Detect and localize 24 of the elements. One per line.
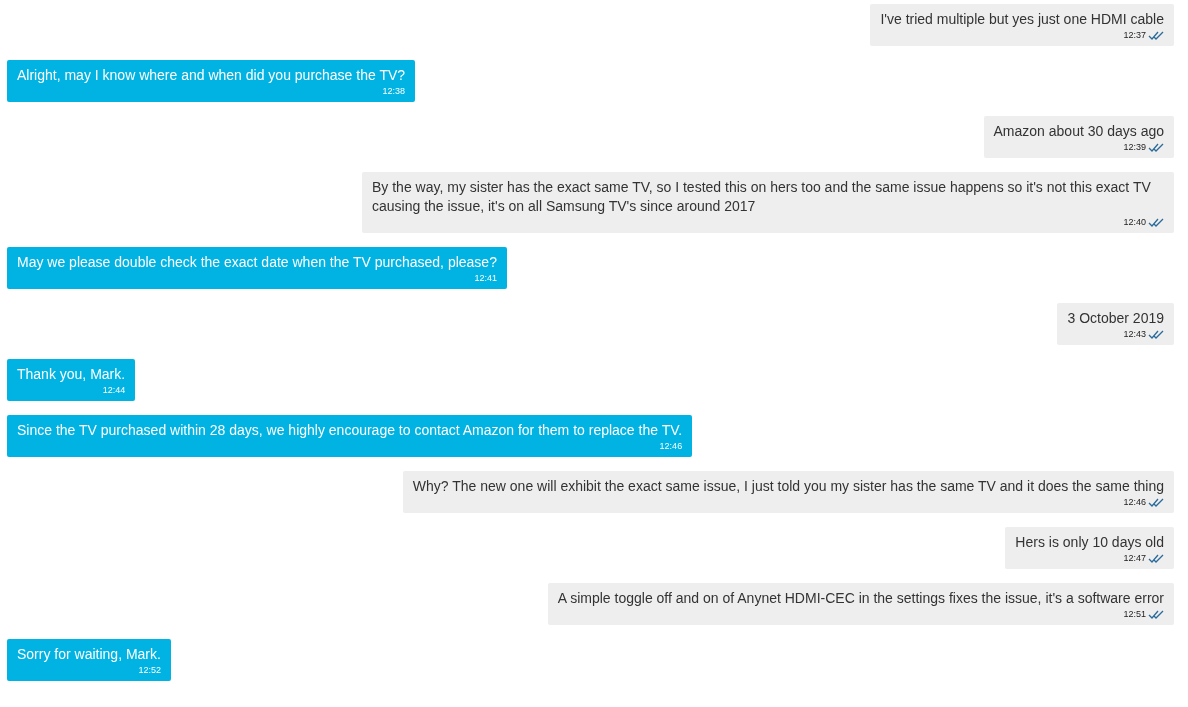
message-time: 12:46 bbox=[1123, 496, 1146, 508]
message-time: 12:37 bbox=[1123, 29, 1146, 41]
message-time: 12:51 bbox=[1123, 608, 1146, 620]
message-time: 12:47 bbox=[1123, 552, 1146, 564]
message-text: Amazon about 30 days ago bbox=[993, 122, 1164, 141]
message-text: By the way, my sister has the exact same TV, so I tested this on hers too and the same issue happens so it's not this exact TV causing the issue, it's on all Samsung TV's since around 2017 bbox=[372, 178, 1152, 216]
message-time: 12:44 bbox=[102, 384, 126, 396]
message-time: 12:40 bbox=[1123, 216, 1146, 228]
message-time: 12:38 bbox=[382, 85, 406, 97]
message-time: 12:43 bbox=[1123, 328, 1146, 340]
message-time: 12:52 bbox=[138, 664, 161, 676]
message-time: 12:41 bbox=[474, 272, 497, 284]
message-text: Thank you, Mark. bbox=[17, 365, 126, 384]
message-text: A simple toggle off and on of Anynet HDMI-CEC in the settings fixes the issue, it's a software error bbox=[557, 589, 1164, 608]
message-text: Hers is only 10 days old bbox=[1015, 533, 1164, 552]
message-text: May we please double check the exact date when the TV purchased, please? bbox=[17, 253, 497, 272]
message-text: Sorry for waiting, Mark. bbox=[17, 645, 161, 664]
message-text: I've tried multiple but yes just one HDMI cable bbox=[880, 10, 1164, 29]
message-time: 12:39 bbox=[1123, 141, 1146, 153]
message-text: Since the TV purchased within 28 days, we highly encourage to contact Amazon for them to replace the TV. bbox=[17, 421, 683, 440]
message-text: Why? The new one will exhibit the exact same issue, I just told you my sister has the same TV and it does the same thing bbox=[412, 477, 1164, 496]
message-text: 3 October 2019 bbox=[1067, 309, 1164, 328]
message-text: Alright, may I know where and when did you purchase the TV? bbox=[17, 66, 406, 85]
message-time: 12:46 bbox=[659, 440, 683, 452]
